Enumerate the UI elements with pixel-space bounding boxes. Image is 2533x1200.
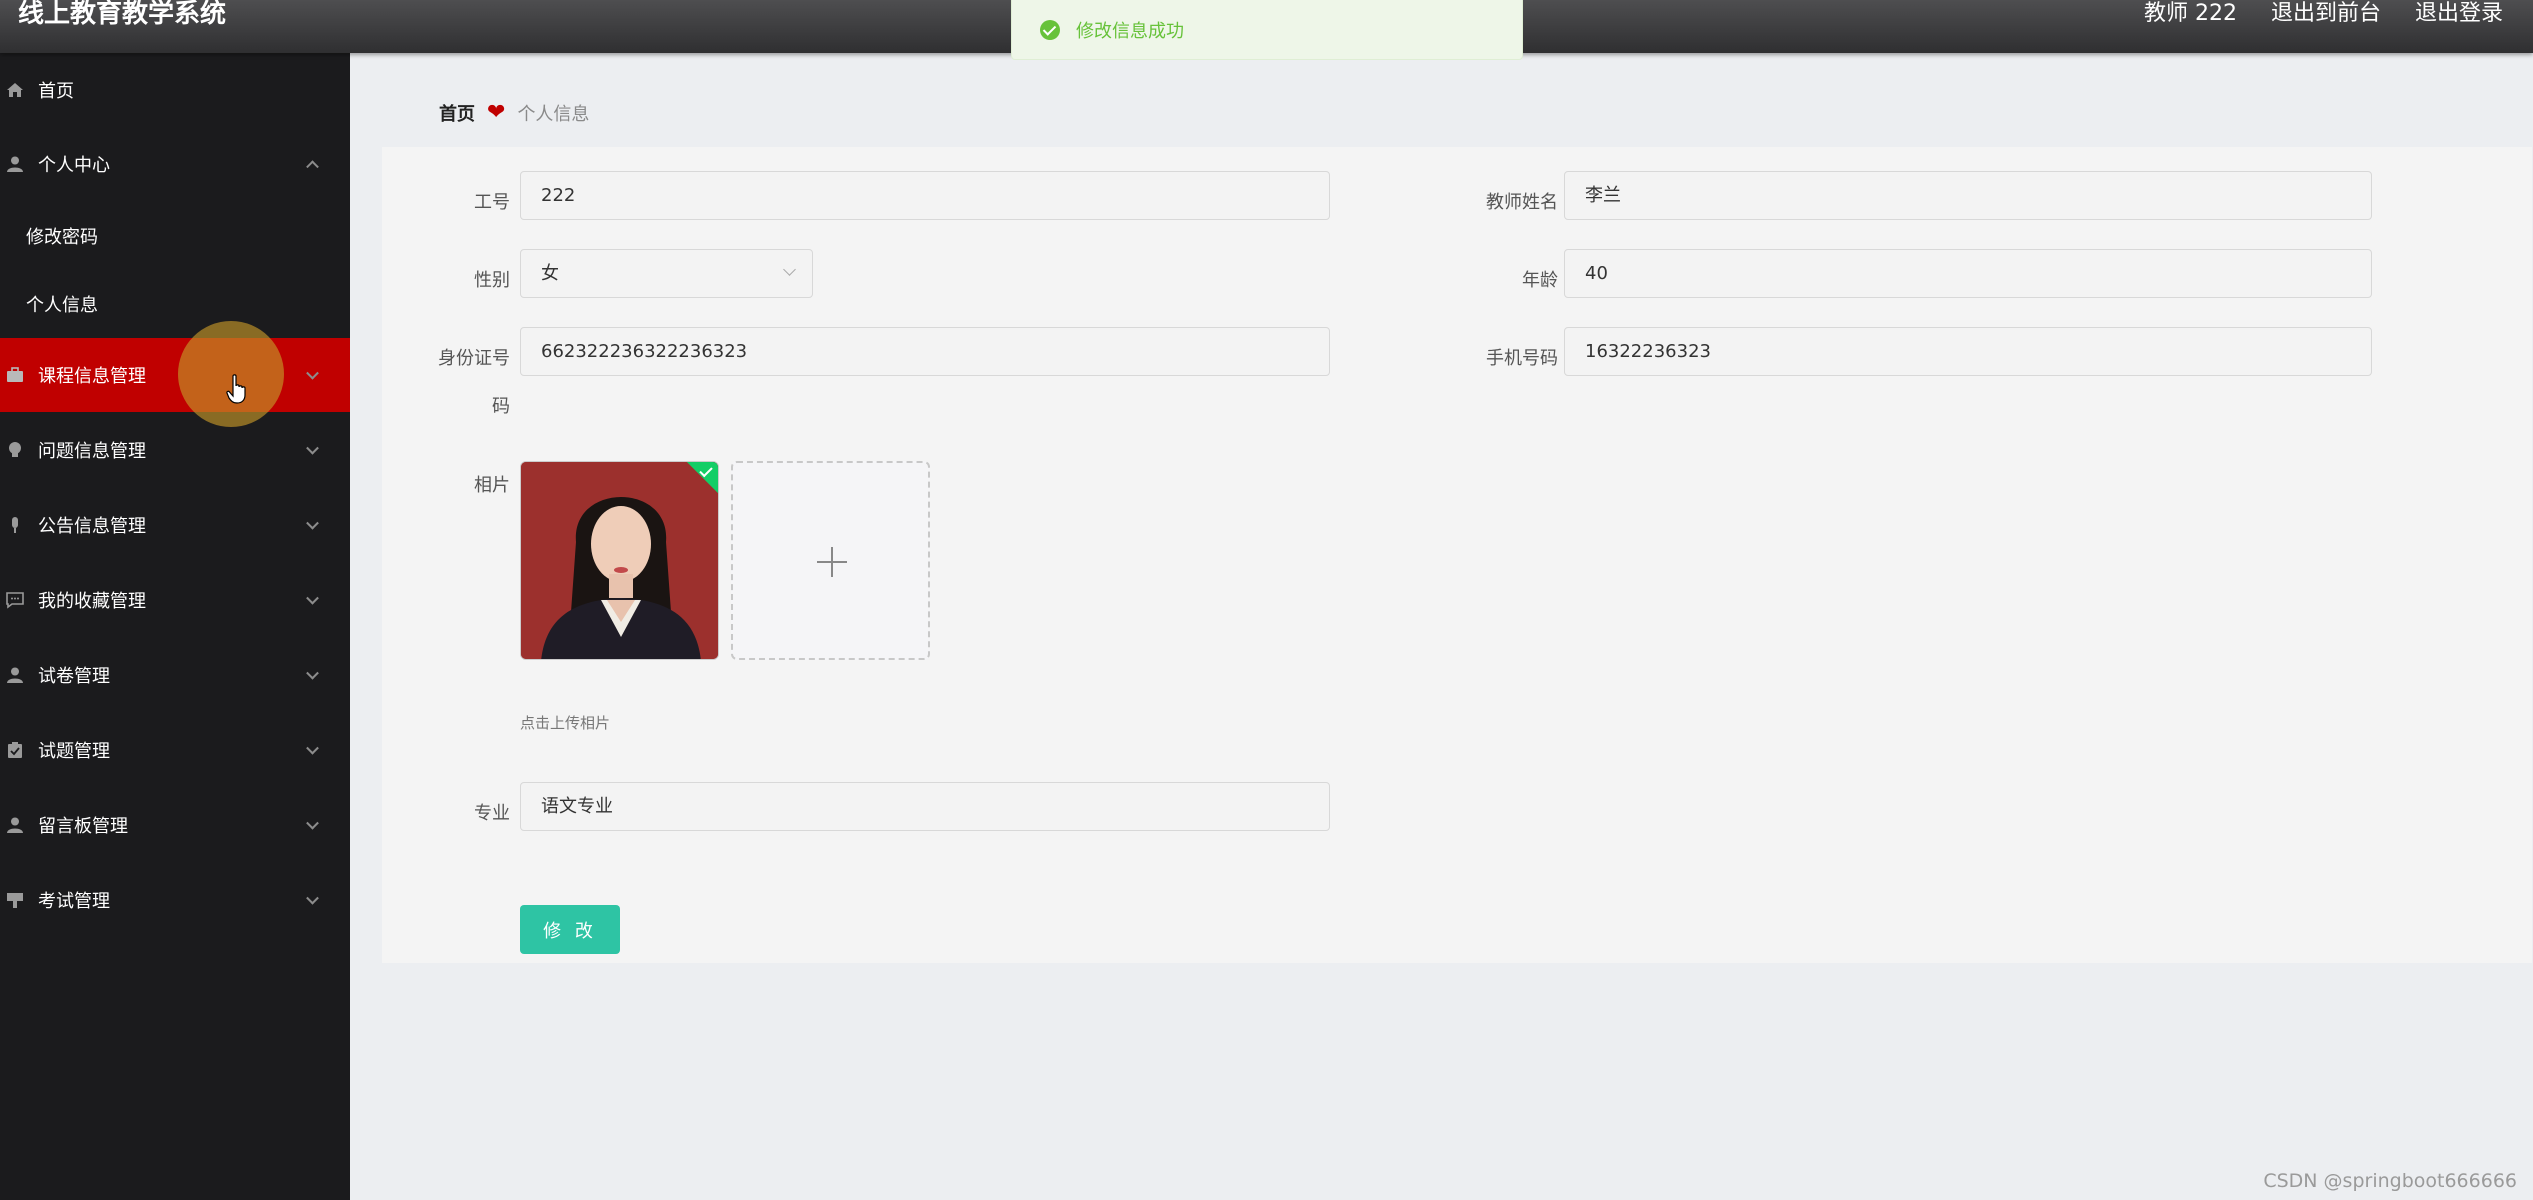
chevron-down-icon [306,816,319,830]
upload-hint: 点击上传相片 [520,714,611,732]
id-card-label-wrap: 码 [492,396,510,417]
chevron-down-icon [306,516,319,530]
sidebar-item-label: 考试管理 [38,891,110,912]
podium-icon [4,889,26,911]
photo-thumbnail[interactable] [520,461,719,660]
sidebar-subitem-label: 修改密码 [26,227,98,248]
app-title: 线上教育教学系统 [18,0,227,29]
photo-label: 相片 [474,475,510,496]
sidebar-item-notice-info[interactable]: 公告信息管理 [0,488,350,562]
briefcase-icon [4,364,26,386]
breadcrumb-current: 个人信息 [517,104,590,125]
sidebar-item-label: 公告信息管理 [38,516,146,537]
success-toast: 修改信息成功 [1011,0,1523,60]
teacher-name-input[interactable]: 李兰 [1564,171,2372,220]
portrait-image [521,462,718,659]
upload-photo-button[interactable] [731,461,930,660]
job-no-label: 工号 [474,192,510,213]
success-check-icon [1040,19,1060,40]
user-icon [4,814,26,836]
sidebar: 首页 个人中心 修改密码 个人信息 课程信息管理 问题信息管理 公告信息管理 我… [0,53,350,1200]
gender-label: 性别 [474,270,510,291]
sidebar-item-question-bank[interactable]: 试题管理 [0,713,350,787]
sidebar-item-label: 留言板管理 [38,816,128,837]
age-label: 年龄 [1522,270,1558,291]
sidebar-subitem-personal-info[interactable]: 个人信息 [0,274,350,334]
sidebar-item-label: 我的收藏管理 [38,591,146,612]
sidebar-item-label: 试卷管理 [38,666,110,687]
sidebar-item-label: 个人中心 [38,155,110,176]
id-card-input[interactable]: 662322236322236323 [520,327,1330,376]
sidebar-item-question-info[interactable]: 问题信息管理 [0,413,350,487]
current-user-label[interactable]: 教师 222 [2144,0,2237,28]
chevron-down-icon [306,741,319,755]
user-icon [4,664,26,686]
major-input[interactable]: 语文专业 [520,782,1330,831]
sidebar-item-message-board[interactable]: 留言板管理 [0,788,350,862]
job-no-input[interactable]: 222 [520,171,1330,220]
watermark: CSDN @springboot666666 [2263,1170,2517,1192]
back-to-front-link[interactable]: 退出到前台 [2271,0,2381,28]
breadcrumb: 首页 ❤ 个人信息 [439,100,589,126]
user-icon [4,153,26,175]
chevron-down-icon [306,666,319,680]
sidebar-item-label: 课程信息管理 [38,366,146,387]
toast-message: 修改信息成功 [1076,20,1184,42]
gender-select[interactable]: 女 [520,249,813,298]
personal-info-form: 工号 222 教师姓名 李兰 性别 女 年龄 40 身份证号 码 6623222… [382,147,2532,963]
chevron-down-icon [306,441,319,455]
breadcrumb-home[interactable]: 首页 [439,100,475,126]
chevron-down-icon [306,591,319,605]
sidebar-item-course-info[interactable]: 课程信息管理 [0,338,350,412]
phone-input[interactable]: 16322236323 [1564,327,2372,376]
chevron-down-icon [306,891,319,905]
sidebar-item-home[interactable]: 首页 [0,53,350,127]
sidebar-item-personal-center[interactable]: 个人中心 [0,127,350,201]
submit-modify-button[interactable]: 修 改 [520,905,620,954]
sidebar-subitem-change-password[interactable]: 修改密码 [0,206,350,266]
id-card-label: 身份证号 [438,348,510,369]
teacher-name-label: 教师姓名 [1486,192,1558,213]
sidebar-item-my-favorites[interactable]: 我的收藏管理 [0,563,350,637]
microphone-icon [4,514,26,536]
hand-cursor-icon [226,374,246,404]
chevron-down-icon [306,366,319,380]
phone-label: 手机号码 [1486,348,1558,369]
major-label: 专业 [474,803,510,824]
top-links: 教师 222 退出到前台 退出登录 [2144,0,2503,28]
heart-icon: ❤ [487,100,506,125]
sidebar-item-label: 问题信息管理 [38,441,146,462]
sidebar-item-exam-paper[interactable]: 试卷管理 [0,638,350,712]
sidebar-item-label: 试题管理 [38,741,110,762]
sidebar-item-label: 首页 [38,81,74,102]
sidebar-item-exam[interactable]: 考试管理 [0,863,350,937]
logout-link[interactable]: 退出登录 [2415,0,2503,28]
clipboard-icon [4,739,26,761]
main-content: 首页 ❤ 个人信息 工号 222 教师姓名 李兰 性别 女 年龄 40 身份证号… [350,53,2533,1200]
bulb-icon [4,439,26,461]
chevron-up-icon [306,160,319,174]
sidebar-subitem-label: 个人信息 [26,295,98,316]
chat-icon [4,589,26,611]
home-icon [4,79,26,101]
age-input[interactable]: 40 [1564,249,2372,298]
